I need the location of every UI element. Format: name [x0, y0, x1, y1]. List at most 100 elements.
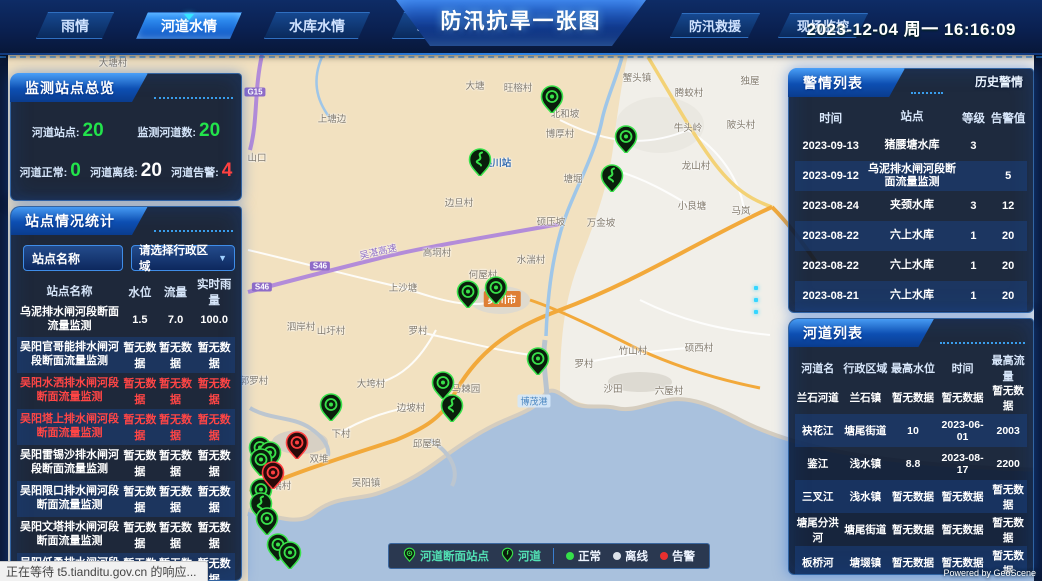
chevron-down-icon: ▼: [218, 253, 227, 263]
right-frame-edge: [1034, 55, 1042, 581]
page-title: 防汛抗旱一张图: [396, 0, 646, 44]
status-dot-icon: [660, 552, 668, 560]
map-pin-section[interactable]: [612, 117, 640, 153]
table-row[interactable]: 鉴江浅水镇8.82023-08-172200: [795, 447, 1027, 480]
cell-value: 10: [890, 425, 936, 437]
map-label: 泗岸村: [287, 319, 316, 333]
stat-河道离线:: 河道离线:20: [90, 160, 162, 182]
map-pin-section[interactable]: [317, 385, 345, 421]
map-label: 塘堀: [563, 171, 582, 185]
cell-value: 浅水镇: [841, 456, 891, 471]
column-header: 告警值: [989, 110, 1027, 126]
table-row[interactable]: 塘尾分洪河塘尾街道暂无数据暂无数据暂无数据: [795, 513, 1027, 546]
tab-雨情[interactable]: 雨情: [36, 12, 114, 39]
table-row[interactable]: 吴阳文塔排水闸河段断面流量监测暂无数据暂无数据暂无数据: [17, 517, 235, 553]
datetime-display: 2023-12-04 周一 16:16:09: [807, 15, 1016, 40]
map-pin-section[interactable]: [276, 533, 304, 569]
station-name-input[interactable]: [23, 245, 123, 271]
cell-value: 2023-06-01: [936, 419, 990, 443]
map-label: 边坡村: [397, 400, 426, 414]
table-row[interactable]: 2023-08-22六上水库120: [795, 251, 1027, 281]
region-select[interactable]: 请选择行政区域 ▼: [131, 245, 235, 271]
cell-value: 暂无数据: [936, 390, 990, 405]
map-pin-section-alarm[interactable]: [283, 423, 311, 459]
map-label: 独屋: [740, 73, 759, 87]
map-pin-section[interactable]: [538, 77, 566, 113]
table-row[interactable]: 2023-09-13猪腰塘水库3: [795, 131, 1027, 161]
table-row[interactable]: 2023-08-24夹颈水库312: [795, 191, 1027, 221]
cell-value: 乌泥排水闸河段断面流量监测: [866, 163, 957, 189]
map-label: 罗村: [408, 323, 427, 337]
table-row[interactable]: 2023-08-21六上水库120: [795, 281, 1027, 311]
cell-value: 2023-08-21: [795, 290, 866, 302]
panel-title: 警情列表: [803, 69, 863, 97]
table-row[interactable]: 吴阳官哥能排水闸河段断面流量监测暂无数据暂无数据暂无数据: [17, 337, 235, 373]
table-row[interactable]: 乌泥排水闸河段断面流量监测1.57.0100.0: [17, 303, 235, 337]
cell-value: 暂无数据: [890, 555, 936, 570]
top-nav-bar: 雨情河道水情水库水情水库大坝 防汛抗旱一张图 防汛救援现场监控 2023-12-…: [0, 0, 1042, 55]
column-header: 行政区域: [841, 360, 891, 376]
table-row[interactable]: 2023-08-22六上水库120: [795, 221, 1027, 251]
map-pin-section[interactable]: [482, 268, 510, 304]
map-label: 旺榕村: [504, 80, 533, 94]
table-row[interactable]: 吴阳塔上排水闸河段断面流量监测暂无数据暂无数据暂无数据: [17, 409, 235, 445]
map-label: 边旦村: [445, 195, 474, 209]
column-header: 站点名称: [17, 285, 122, 299]
legend-item-河道: 河道: [501, 547, 541, 566]
map-pin-river[interactable]: [598, 156, 626, 192]
map-pin-section[interactable]: [454, 272, 482, 308]
map-label: 竹山村: [619, 343, 648, 357]
table-row[interactable]: 袂花江塘尾街道102023-06-012003: [795, 414, 1027, 447]
tab-水库水情[interactable]: 水库水情: [264, 12, 370, 39]
column-header: 水位: [122, 284, 158, 300]
history-alerts-link[interactable]: 历史警情: [975, 69, 1023, 95]
cell-value: 六上水库: [866, 229, 957, 242]
column-header: 等级: [958, 110, 990, 126]
table-row[interactable]: 吴阳限口排水闸河段断面流量监测暂无数据暂无数据暂无数据: [17, 481, 235, 517]
cell-value: 板桥河: [795, 555, 841, 570]
map-label: 硕西村: [685, 340, 714, 354]
cell-value: 20: [989, 230, 1027, 242]
cell-station-name: 乌泥排水闸河段断面流量监测: [17, 306, 122, 334]
legend-item-告警: 告警: [660, 548, 695, 564]
map-label: 博厚村: [546, 126, 575, 140]
cell-station-name: 吴阳水洒排水闸河段断面流量监测: [17, 377, 122, 405]
active-tab-caret-icon: [184, 14, 194, 20]
panel-station-statistics: 站点情况统计 请选择行政区域 ▼ 站点名称水位流量实时雨量乌泥排水闸河段断面流量…: [10, 206, 242, 581]
cell-value: 暂无数据: [122, 375, 158, 407]
cell-value: 2023-09-12: [795, 170, 866, 182]
column-header: 站点: [866, 111, 957, 125]
map-label: 六屋村: [655, 383, 684, 397]
cell-value: 2200: [989, 458, 1027, 470]
panel-title: 监测站点总览: [25, 74, 115, 102]
nav-button-防汛救援[interactable]: 防汛救援: [670, 13, 760, 38]
table-row[interactable]: 吴阳水洒排水闸河段断面流量监测暂无数据暂无数据暂无数据: [17, 373, 235, 409]
legend-divider: [553, 548, 554, 564]
map-pin-section-alarm[interactable]: [259, 453, 287, 489]
column-header: 流量: [158, 284, 194, 300]
map-label: 水湍村: [517, 252, 546, 266]
cell-value: 暂无数据: [122, 447, 158, 479]
cell-value: 袂花江: [795, 423, 841, 438]
table-row[interactable]: 2023-09-12乌泥排水闸河段断面流量监测5: [795, 161, 1027, 191]
map-pin-river[interactable]: [438, 386, 466, 422]
cell-value: 暂无数据: [989, 383, 1027, 413]
map-label: 双堆: [309, 451, 328, 465]
app-title-banner: 防汛抗旱一张图: [396, 0, 646, 46]
cell-value: 夹颈水库: [866, 199, 957, 212]
cell-station-name: 吴阳雷锡沙排水闸河段断面流量监测: [17, 449, 122, 477]
cell-value: 2023-08-22: [795, 230, 866, 242]
panel-river-list: 河道列表 河道名行政区域最高水位时间最高流量兰石河道兰石镇暂无数据暂无数据暂无数…: [788, 318, 1034, 575]
map-pin-river[interactable]: [466, 140, 494, 176]
map-label: 下村: [331, 426, 350, 440]
table-row[interactable]: 兰石河道兰石镇暂无数据暂无数据暂无数据: [795, 381, 1027, 414]
decorative-connector-dots: [754, 286, 758, 322]
cell-station-name: 吴阳塔上排水闸河段断面流量监测: [17, 413, 122, 441]
table-row[interactable]: 三叉江浅水镇暂无数据暂无数据暂无数据: [795, 480, 1027, 513]
cell-value: 暂无数据: [890, 489, 936, 504]
stat-value: 20: [83, 120, 104, 141]
table-row[interactable]: 吴阳雷锡沙排水闸河段断面流量监测暂无数据暂无数据暂无数据: [17, 445, 235, 481]
map-pin-section[interactable]: [524, 339, 552, 375]
table-header-row: 河道名行政区域最高水位时间最高流量: [795, 355, 1027, 381]
cell-value: 暂无数据: [122, 519, 158, 551]
